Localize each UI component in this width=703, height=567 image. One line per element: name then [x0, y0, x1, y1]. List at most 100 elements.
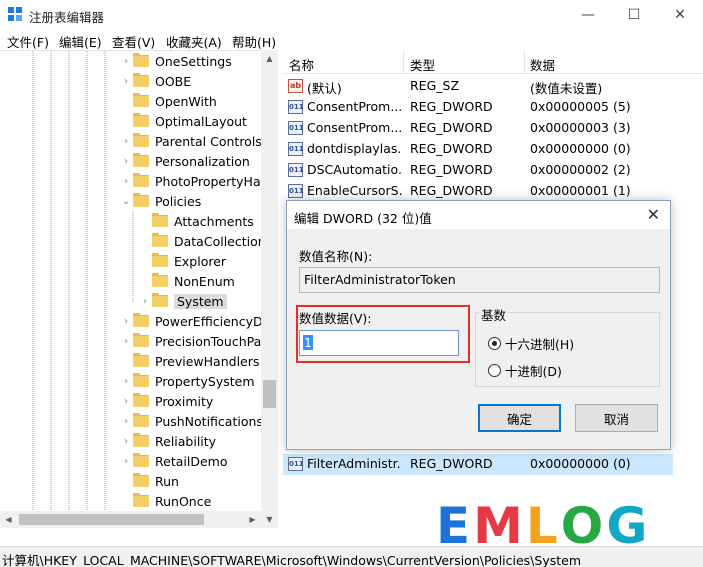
tree-horizontal-scrollbar[interactable]: ◀ ▶: [0, 511, 261, 528]
radio-dec[interactable]: 十进制(D): [488, 361, 562, 380]
tree-item[interactable]: › PhotoPropertyHa: [119, 171, 261, 191]
ok-button[interactable]: 确定: [478, 404, 561, 432]
folder-icon: [133, 493, 149, 507]
expand-arrow-icon[interactable]: ›: [119, 136, 133, 147]
menu-help[interactable]: 帮助(H): [232, 32, 276, 51]
expand-arrow-icon[interactable]: ›: [119, 396, 133, 407]
menu-view[interactable]: 查看(V): [112, 32, 155, 51]
menu-favorites[interactable]: 收藏夹(A): [166, 32, 222, 51]
tree-item[interactable]: ⌄ Policies: [119, 191, 201, 211]
value-data-label: 数值数据(V):: [299, 311, 372, 326]
list-row[interactable]: ab (默认) REG_SZ (数值未设置): [283, 76, 673, 97]
tree-item[interactable]: › RetailDemo: [119, 451, 227, 471]
tree-item-label: Reliability: [155, 433, 217, 449]
tree-item[interactable]: Attachments: [138, 211, 254, 231]
close-window-button[interactable]: ✕: [657, 0, 703, 30]
tree-item[interactable]: › Reliability: [119, 431, 216, 451]
tree-vertical-scrollbar[interactable]: ▲ ▼: [261, 50, 278, 528]
value-type: REG_SZ: [410, 78, 460, 93]
folder-icon: [133, 173, 149, 187]
expand-arrow-icon[interactable]: ›: [119, 56, 133, 67]
expand-arrow-icon[interactable]: ›: [119, 376, 133, 387]
tree-item[interactable]: OptimalLayout: [119, 111, 247, 131]
folder-icon: [133, 153, 149, 167]
dword-value-icon: 011: [288, 142, 304, 156]
column-type-header[interactable]: 类型: [410, 55, 435, 74]
menu-edit[interactable]: 编辑(E): [59, 32, 102, 51]
tree-item[interactable]: NonEnum: [138, 271, 235, 291]
tree-item[interactable]: PreviewHandlers: [119, 351, 259, 371]
tree-item[interactable]: › Personalization: [119, 151, 250, 171]
menu-file[interactable]: 文件(F): [7, 32, 49, 51]
folder-icon: [152, 213, 168, 227]
tree-item[interactable]: › Parental Controls: [119, 131, 262, 151]
folder-icon: [133, 313, 149, 327]
radio-dec-dot[interactable]: [488, 364, 501, 377]
list-row[interactable]: 011 dontdisplaylas... REG_DWORD 0x00000000 …: [283, 139, 673, 160]
expand-arrow-icon[interactable]: ›: [119, 436, 133, 447]
tree-item[interactable]: DataCollection: [138, 231, 266, 251]
expand-arrow-icon[interactable]: ›: [119, 416, 133, 427]
expand-arrow-icon[interactable]: ›: [119, 316, 133, 327]
tree-item[interactable]: › PropertySystem: [119, 371, 255, 391]
radio-dec-label: 十进制(D): [505, 364, 562, 379]
expand-arrow-icon[interactable]: ›: [119, 156, 133, 167]
tree-item-label: OOBE: [155, 73, 192, 89]
scroll-down-icon[interactable]: ▼: [261, 511, 278, 528]
list-row[interactable]: 011 EnableCursorS... REG_DWORD 0x00000001 (…: [283, 181, 673, 202]
expand-arrow-icon[interactable]: ⌄: [119, 196, 133, 207]
logo-letter: L: [525, 497, 561, 555]
list-row-selected[interactable]: 011 FilterAdministr... REG_DWORD 0x00000…: [283, 454, 673, 475]
title-bar: 注册表编辑器 — ☐ ✕: [0, 0, 703, 30]
tree-item-label: OpenWith: [155, 93, 217, 109]
window-title: 注册表编辑器: [29, 10, 105, 25]
tree-item[interactable]: › OOBE: [119, 71, 191, 91]
column-data-header[interactable]: 数据: [530, 55, 555, 74]
radio-hex-dot[interactable]: [488, 337, 501, 350]
value-type: REG_DWORD: [410, 456, 493, 471]
value-data-text: 1: [303, 335, 313, 350]
tree-item-label: Run: [155, 473, 179, 489]
tree-item-label: OneSettings: [155, 53, 232, 69]
tree-item[interactable]: › OneSettings: [119, 51, 232, 71]
tree-item[interactable]: › PushNotifications: [119, 411, 263, 431]
expand-arrow-icon[interactable]: ›: [119, 176, 133, 187]
emlog-watermark-logo: EMLOG: [436, 497, 650, 555]
tree-item[interactable]: › PowerEfficiencyDi: [119, 311, 266, 331]
tree-item[interactable]: Run: [119, 471, 179, 491]
tree-item-label: PropertySystem: [155, 373, 255, 389]
registry-tree[interactable]: › OneSettings › OOBE OpenWith OptimalLayout › P…: [0, 50, 278, 528]
hscroll-thumb[interactable]: [19, 514, 204, 525]
value-name: dontdisplaylas...: [307, 141, 402, 156]
scroll-up-icon[interactable]: ▲: [261, 50, 278, 67]
scroll-right-icon[interactable]: ▶: [244, 511, 261, 528]
tree-item[interactable]: Explorer: [138, 251, 226, 271]
maximize-button[interactable]: ☐: [611, 0, 657, 30]
column-name-header[interactable]: 名称: [289, 55, 314, 74]
menu-bar: 文件(F) 编辑(E) 查看(V) 收藏夹(A) 帮助(H): [0, 30, 703, 50]
expand-arrow-icon[interactable]: ›: [119, 76, 133, 87]
list-row[interactable]: 011 ConsentProm... REG_DWORD 0x00000005 (5): [283, 97, 673, 118]
list-row[interactable]: 011 ConsentProm... REG_DWORD 0x00000003 (3): [283, 118, 673, 139]
value-data-input[interactable]: 1: [299, 330, 459, 356]
tree-item[interactable]: › System: [138, 291, 227, 311]
tree-item[interactable]: RunOnce: [119, 491, 211, 511]
tree-item-label: PushNotifications: [155, 413, 263, 429]
minimize-button[interactable]: —: [565, 0, 611, 30]
expand-arrow-icon[interactable]: ›: [138, 296, 152, 307]
radio-hex[interactable]: 十六进制(H): [488, 334, 574, 353]
tree-item[interactable]: › Proximity: [119, 391, 213, 411]
value-data: 0x00000000 (0): [530, 456, 631, 471]
expand-arrow-icon[interactable]: ›: [119, 336, 133, 347]
base-label: 基数: [479, 305, 509, 324]
expand-arrow-icon[interactable]: ›: [119, 456, 133, 467]
scroll-thumb[interactable]: [263, 380, 276, 408]
list-row[interactable]: 011 DSCAutomatio... REG_DWORD 0x00000002 (2…: [283, 160, 673, 181]
folder-icon: [133, 73, 149, 87]
tree-item[interactable]: › PrecisionTouchPa: [119, 331, 261, 351]
scroll-left-icon[interactable]: ◀: [0, 511, 17, 528]
dialog-close-icon[interactable]: ✕: [647, 205, 660, 224]
tree-item[interactable]: OpenWith: [119, 91, 217, 111]
dword-value-icon: 011: [288, 163, 304, 177]
cancel-button[interactable]: 取消: [575, 404, 658, 432]
